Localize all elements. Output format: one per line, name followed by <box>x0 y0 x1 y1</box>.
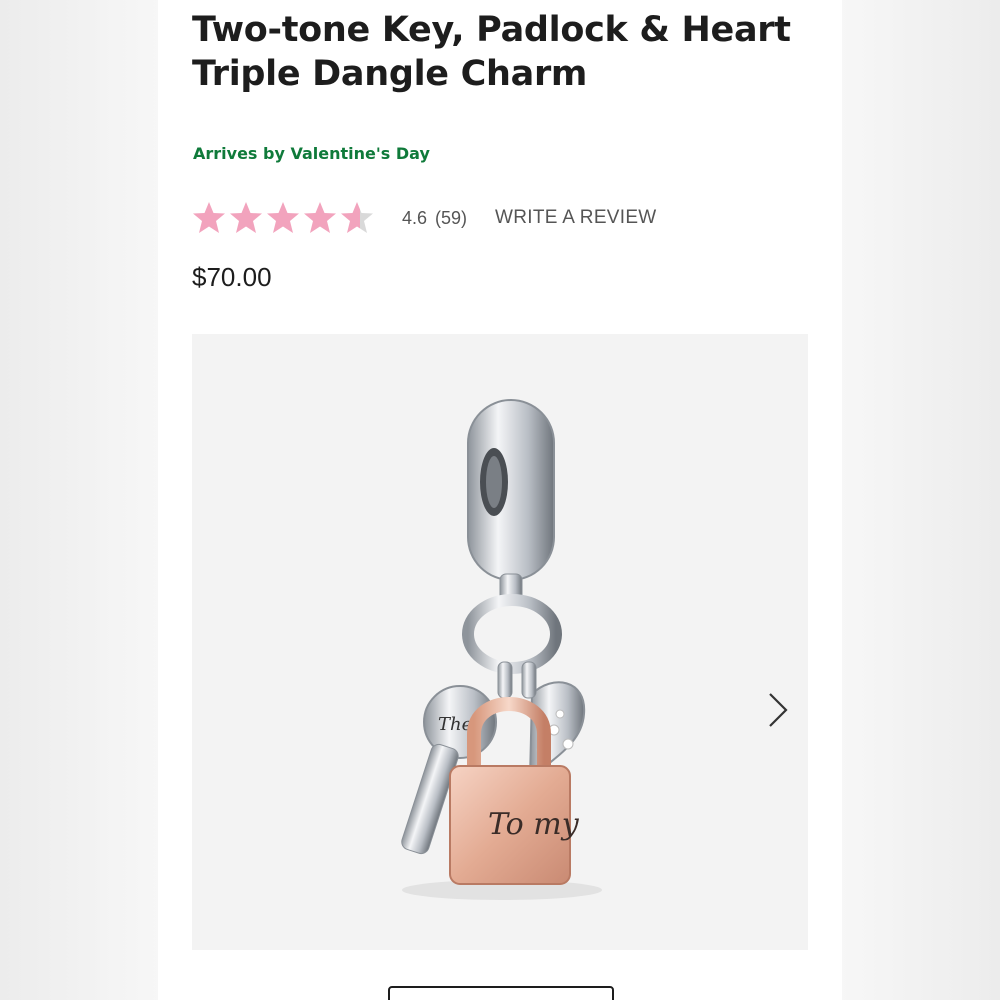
star-icon <box>267 202 299 233</box>
star-icon <box>193 202 225 233</box>
product-gallery: The To my <box>192 334 808 950</box>
padlock-engraving: To my <box>488 807 580 842</box>
rating-value: 4.6 <box>402 207 428 228</box>
product-image[interactable]: The To my <box>192 334 808 950</box>
background-left <box>0 0 160 1000</box>
star-icon <box>304 202 336 233</box>
product-title: Two-tone Key, Padlock & Heart Triple Dan… <box>192 10 791 94</box>
review-count[interactable]: (59) <box>435 208 467 229</box>
add-to-bag-button[interactable] <box>388 986 614 1000</box>
padlock-charm: To my <box>449 765 580 885</box>
write-review-link[interactable]: WRITE A REVIEW <box>495 207 657 229</box>
rating-row: 4.6 (59) WRITE A REVIEW <box>192 198 657 238</box>
delivery-note: Arrives by Valentine's Day <box>193 144 430 163</box>
star-icon <box>230 202 262 233</box>
product-panel: Two-tone Key, Padlock & Heart Triple Dan… <box>158 0 842 1000</box>
star-rating[interactable] <box>192 201 374 235</box>
background-right <box>840 0 1000 1000</box>
star-icon <box>341 202 373 233</box>
product-price: $70.00 <box>192 262 272 292</box>
chevron-right-icon[interactable] <box>762 690 792 730</box>
